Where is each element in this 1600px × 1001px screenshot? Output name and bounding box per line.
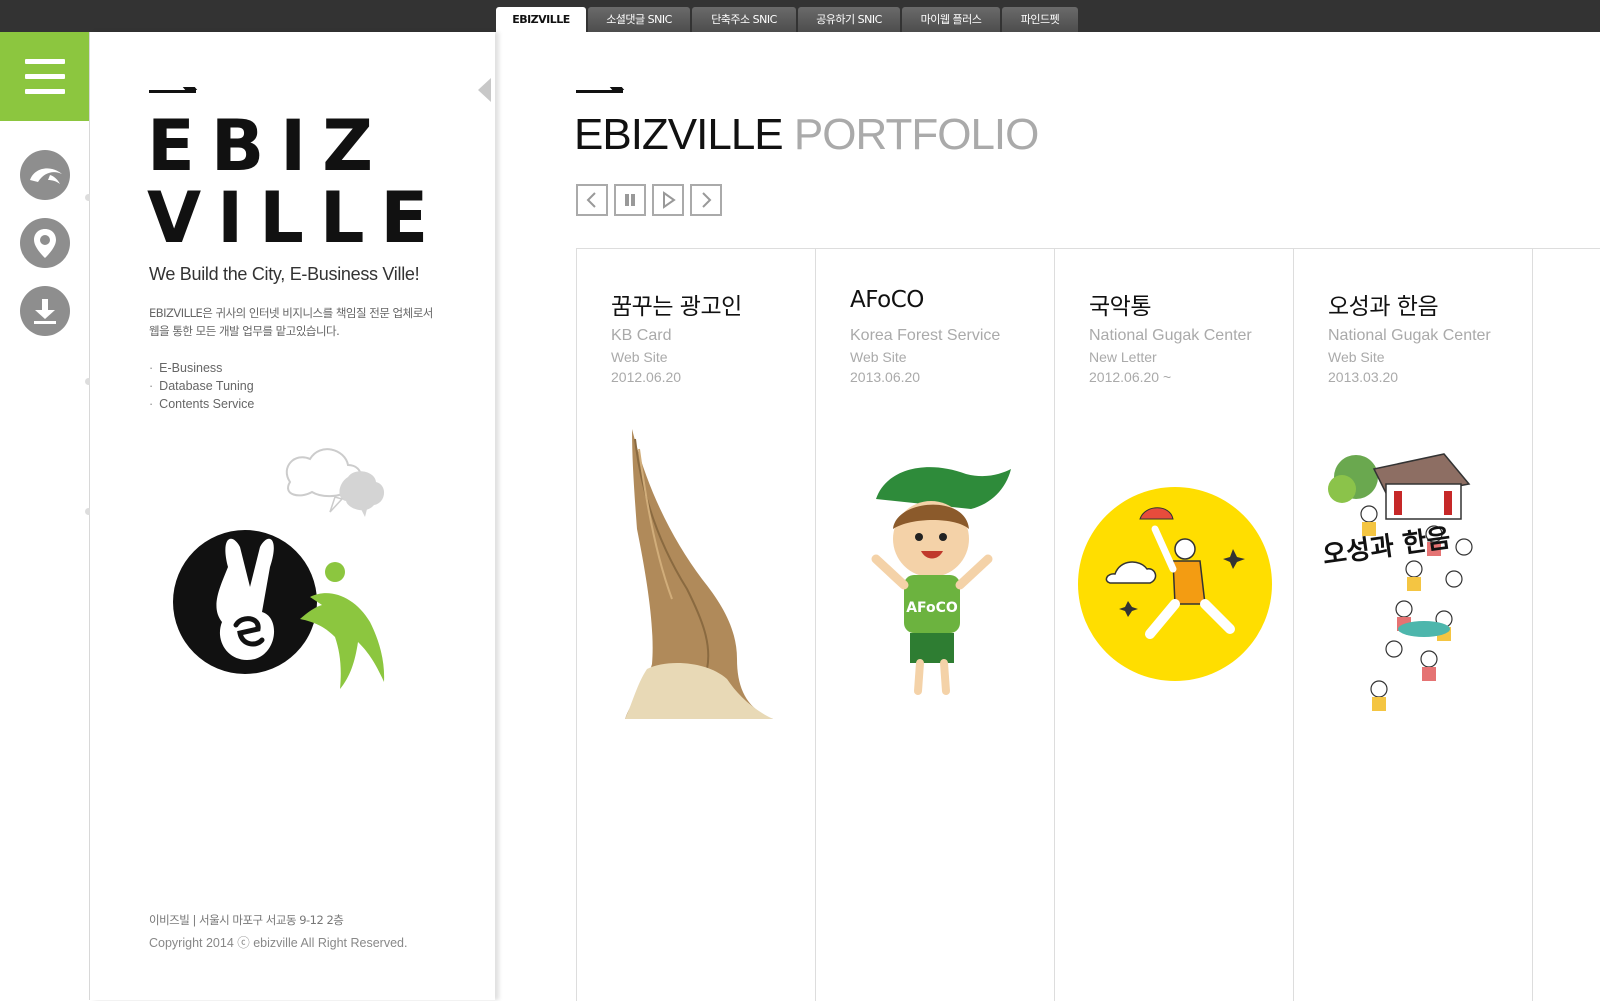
- card-image-afoco-mascot: AFoCO: [871, 467, 1011, 695]
- footer-copyright: Copyright 2014 ⓒ ebizville All Right Res…: [149, 936, 408, 950]
- card-image-gugak-dancer: [1078, 487, 1272, 681]
- card-client: Korea Forest Service: [850, 327, 1001, 344]
- site-tabs: EBIZVILLE 소셜댓글 SNIC 단축주소 SNIC 공유하기 SNIC …: [496, 7, 1078, 32]
- pause-icon: [625, 194, 635, 206]
- oseong-hanum-calligraphy: 오성과 한음: [1321, 523, 1453, 571]
- card-client: National Gugak Center: [1089, 327, 1252, 344]
- portfolio-card[interactable]: 오성과 한음 National Gugak Center Web Site 20…: [1293, 249, 1532, 1001]
- next-button[interactable]: [690, 184, 722, 216]
- card-date: 2012.06.20: [611, 369, 682, 385]
- description-line: EBIZVILLE은 귀사의 인터넷 비지니스를 책임질 전문 업체로서: [149, 306, 433, 320]
- card-title: 오성과 한음: [1328, 294, 1439, 320]
- icon-rail: [0, 32, 92, 1000]
- card-type: Web Site: [1328, 349, 1385, 365]
- portfolio-cards: 꿈꾸는 광고인 KB Card Web Site 2012.06.20 AFoC…: [576, 248, 1600, 1001]
- footer-address: 이비즈빌 | 서울시 마포구 서교동 9-12 2층: [149, 913, 344, 927]
- portfolio-card[interactable]: 꿈꾸는 광고인 KB Card Web Site 2012.06.20: [576, 249, 815, 1001]
- card-type: Web Site: [850, 349, 907, 365]
- card-title: 꿈꾸는 광고인: [611, 294, 742, 320]
- card-client: National Gugak Center: [1328, 327, 1491, 344]
- menu-button[interactable]: [0, 32, 89, 121]
- card-title: 국악통: [1089, 294, 1151, 320]
- ebizville-mascot-logo: [173, 448, 385, 689]
- card-date: 2013.03.20: [1328, 369, 1399, 385]
- card-date: 2012.06.20 ~: [1089, 369, 1172, 385]
- tab-findpet[interactable]: 파인드펫: [1002, 7, 1078, 32]
- portfolio-section: EBIZVILLE PORTFOLIO 꿈꾸는 광고인 KB Card Web …: [497, 32, 1600, 1001]
- card-type: Web Site: [611, 349, 668, 365]
- logo-line-1: EBIZ: [147, 105, 389, 187]
- afoco-badge-text: AFoCO: [906, 600, 958, 616]
- tab-social-comment-snic[interactable]: 소셜댓글 SNIC: [588, 7, 690, 32]
- play-button[interactable]: [652, 184, 684, 216]
- prev-button[interactable]: [576, 184, 608, 216]
- hamburger-icon-bar: [25, 89, 65, 94]
- description-line: 웹을 통한 모든 개발 업무를 맡고있습니다.: [149, 324, 340, 338]
- portfolio-card[interactable]: 국악통 National Gugak Center New Letter 201…: [1054, 249, 1293, 1001]
- top-bar: EBIZVILLE 소셜댓글 SNIC 단축주소 SNIC 공유하기 SNIC …: [0, 0, 1600, 32]
- slider-controls: [576, 184, 722, 216]
- section-dash: [576, 90, 623, 93]
- service-item: Contents Service: [149, 395, 254, 413]
- company-description: EBIZVILLE은 귀사의 인터넷 비지니스를 책임질 전문 업체로서 웹을 …: [149, 304, 449, 340]
- pause-button[interactable]: [614, 184, 646, 216]
- tab-myweb-plus[interactable]: 마이웹 플러스: [902, 7, 1000, 32]
- portfolio-card-partial[interactable]: [1532, 249, 1600, 1001]
- service-item: Database Tuning: [149, 377, 254, 395]
- hamburger-icon: [25, 59, 65, 64]
- card-image-oseong-hanum-illustration: 오성과 한음: [1321, 453, 1473, 711]
- service-item: E-Business: [149, 359, 254, 377]
- prev-icon: [586, 192, 596, 208]
- card-type: New Letter: [1089, 349, 1157, 365]
- next-icon: [702, 192, 712, 208]
- tab-share-snic[interactable]: 공유하기 SNIC: [798, 7, 900, 32]
- card-date: 2013.06.20: [850, 369, 921, 385]
- bird-icon[interactable]: [20, 150, 70, 200]
- tab-short-url-snic[interactable]: 단축주소 SNIC: [692, 7, 796, 32]
- title-portfolio: PORTFOLIO: [793, 110, 1039, 159]
- card-client: KB Card: [611, 327, 672, 344]
- portfolio-card[interactable]: AFoCO Korea Forest Service Web Site 2013…: [815, 249, 1054, 1001]
- title-brand: EBIZVILLE: [574, 110, 784, 159]
- card-title: AFoCO: [850, 287, 924, 313]
- play-icon: [663, 191, 676, 209]
- service-list: E-Business Database Tuning Contents Serv…: [149, 359, 254, 413]
- hamburger-icon-bar: [25, 74, 65, 79]
- company-info-panel: EBIZ VILLE We Build the City, E-Business…: [90, 32, 495, 1000]
- logo-line-2: VILLE: [147, 177, 445, 259]
- card-image-hair-illustration: [625, 429, 773, 719]
- location-pin-icon[interactable]: [20, 218, 70, 268]
- section-dash: [149, 90, 196, 93]
- collapse-arrow-icon[interactable]: [478, 78, 491, 102]
- ebizville-logo-text: EBIZ VILLE: [147, 110, 444, 254]
- page-title: EBIZVILLE PORTFOLIO: [574, 110, 1039, 160]
- tagline: We Build the City, E-Business Ville!: [149, 264, 420, 284]
- download-icon[interactable]: [20, 286, 70, 336]
- tab-ebizville[interactable]: EBIZVILLE: [496, 7, 586, 32]
